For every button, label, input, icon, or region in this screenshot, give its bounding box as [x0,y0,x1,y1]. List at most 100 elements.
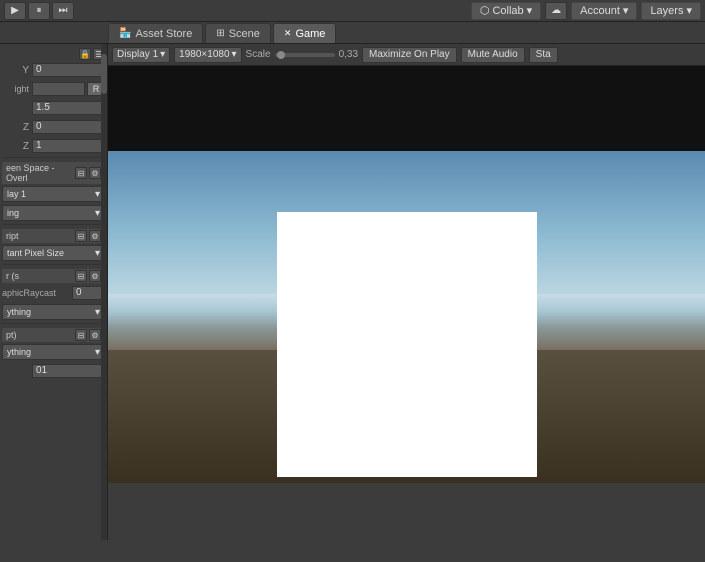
account-arrow-icon: ▾ [623,4,629,17]
pixel-dropdown[interactable]: tant Pixel Size ▾ [2,245,105,261]
panel-lock-icon[interactable]: 🔒 [79,48,91,60]
resolution-select[interactable]: 1980×1080 ▾ [174,47,241,63]
scale-slider[interactable] [275,53,335,57]
scale-value: 0,33 [339,49,358,60]
tab-game-label: Game [295,28,325,40]
account-label: Account [580,5,620,17]
anything2-dropdown[interactable]: ything ▾ [2,344,105,360]
anything2-label: ything [7,347,31,357]
val2-row: 01 [2,363,105,379]
raycaster-label: r (s [6,271,19,281]
script-minus-icon[interactable]: ⊟ [75,230,87,242]
display-arrow-icon: ▾ [95,189,100,200]
step-button[interactable]: ⏭ [52,2,74,20]
raycast-row: aphicRaycast 0 [2,285,105,301]
script2-section: pt) ⊟ ⚙ [2,328,105,342]
maximize-label: Maximize On Play [369,49,450,60]
scale-label: Scale [246,49,271,60]
display-select-arrow: ▾ [160,49,165,60]
script2-minus-icon[interactable]: ⊟ [75,329,87,341]
left-panel: 🔒 ☰ Y 0 ight R 1.5 Z 0 Z 1 [0,44,108,540]
raycast-label: aphicRaycast [2,288,72,298]
cloud-icon: ☁ [551,5,561,16]
pos-y-label: Y [2,65,32,76]
ui-white-rect [277,212,537,477]
top-toolbar: ▶ ⏸ ⏭ ⬡ Collab ▾ ☁ Account ▾ Layers ▾ [0,0,705,22]
maximize-btn[interactable]: Maximize On Play [362,47,457,63]
display-row: lay 1 ▾ [2,186,105,202]
display-label: lay 1 [7,189,26,199]
layers-button[interactable]: Layers ▾ [641,2,701,20]
pos-y-row: Y 0 [2,62,105,78]
screen-space-minus-icon[interactable]: ⊟ [75,167,87,179]
pause-button[interactable]: ⏸ [28,2,50,20]
height-label: ight [2,84,32,94]
display-select-label: Display 1 [117,49,158,60]
val-row: 1.5 [2,100,105,116]
script2-label: pt) [6,330,17,340]
anything-dropdown[interactable]: ything ▾ [2,304,105,320]
resolution-arrow: ▾ [232,49,237,60]
account-button[interactable]: Account ▾ [571,2,637,20]
render-arrow-icon: ▾ [95,208,100,219]
script-section: ript ⊟ ⚙ [2,229,105,243]
left-panel-scrollbar[interactable] [101,44,107,540]
z1-value[interactable]: 1 [32,139,105,153]
tab-asset-store[interactable]: 🏪 Asset Store [108,23,203,43]
tab-game[interactable]: ✕ Game [273,23,337,43]
cloud-button[interactable]: ☁ [545,2,567,20]
val2-value[interactable]: 01 [32,364,105,378]
collab-arrow: ▾ [527,4,533,17]
play-controls: ▶ ⏸ ⏭ [4,2,74,20]
pos-y-value[interactable]: 0 [32,63,105,77]
height-value[interactable] [32,82,85,96]
tabs-row: 🏪 Asset Store ⊞ Scene ✕ Game [0,22,705,44]
raycaster-section: r (s ⊟ ⚙ [2,269,105,283]
height-row: ight R [2,81,105,97]
render-label: ing [7,208,19,218]
z0-label: Z [2,122,32,133]
raycaster-gear-icon[interactable]: ⚙ [89,270,101,282]
game-view: Display 1 ▾ 1980×1080 ▾ Scale 0,33 Maxim… [108,44,705,540]
sky-dark-band [108,66,705,151]
anything-arrow-icon: ▾ [95,307,100,318]
scene-icon: ⊞ [216,28,224,39]
script-gear-icon[interactable]: ⚙ [89,230,101,242]
layers-arrow-icon: ▾ [686,4,692,17]
render-dropdown[interactable]: ing ▾ [2,205,105,221]
screen-space-section: een Space - Overl ⊟ ⚙ [2,162,105,184]
asset-store-icon: 🏪 [119,28,131,39]
raycaster-minus-icon[interactable]: ⊟ [75,270,87,282]
display-select[interactable]: Display 1 ▾ [112,47,170,63]
tab-scene-label: Scene [229,28,260,40]
play-button[interactable]: ▶ [4,2,26,20]
script2-gear-icon[interactable]: ⚙ [89,329,101,341]
main-area: 🔒 ☰ Y 0 ight R 1.5 Z 0 Z 1 [0,44,705,540]
pixel-label: tant Pixel Size [7,248,64,258]
screen-space-gear-icon[interactable]: ⚙ [89,167,101,179]
val-value[interactable]: 1.5 [32,101,105,115]
mute-btn[interactable]: Mute Audio [461,47,525,63]
anything-row: ything ▾ [2,304,105,320]
anything2-arrow-icon: ▾ [95,347,100,358]
z0-value[interactable]: 0 [32,120,105,134]
anything2-row: ything ▾ [2,344,105,360]
z0-row: Z 0 [2,119,105,135]
collab-button[interactable]: ⬡ Collab ▾ [471,2,541,20]
pixel-row: tant Pixel Size ▾ [2,245,105,261]
screen-space-label: een Space - Overl [6,163,75,183]
stats-btn[interactable]: Sta [529,47,558,63]
resolution-label: 1980×1080 [179,49,229,60]
collab-label: Collab [492,5,523,17]
tab-scene[interactable]: ⊞ Scene [205,23,271,43]
pixel-arrow-icon: ▾ [95,248,100,259]
layers-label: Layers [650,5,683,17]
anything-label: ything [7,307,31,317]
z1-row: Z 1 [2,138,105,154]
game-display-toolbar: Display 1 ▾ 1980×1080 ▾ Scale 0,33 Maxim… [108,44,705,66]
game-close-icon: ✕ [284,28,292,39]
render-row: ing ▾ [2,205,105,221]
display-dropdown[interactable]: lay 1 ▾ [2,186,105,202]
script-label: ript [6,231,19,241]
tab-asset-store-label: Asset Store [135,28,192,40]
